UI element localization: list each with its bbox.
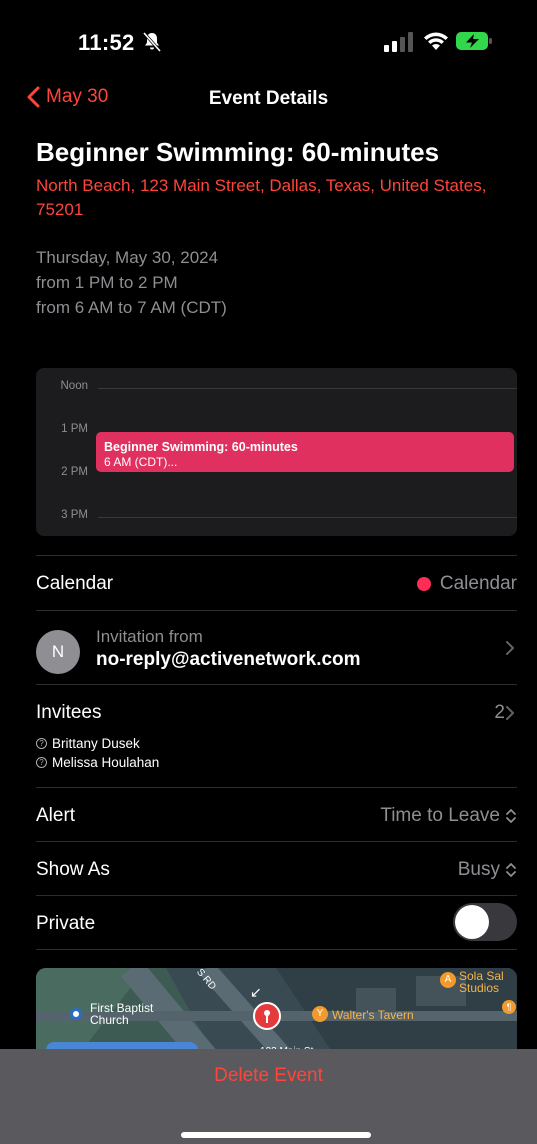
- church-pin-icon: [70, 1008, 82, 1020]
- event-location-link[interactable]: North Beach, 123 Main Street, Dallas, Te…: [36, 174, 496, 222]
- map-church-label-line2: Church: [90, 1013, 129, 1027]
- event-datetime: Thursday, May 30, 2024 from 1 PM to 2 PM…: [36, 245, 227, 320]
- toggle-knob: [455, 905, 489, 939]
- day-view-preview[interactable]: Noon 1 PM 2 PM 3 PM Beginner Swimming: 6…: [36, 368, 517, 536]
- chevron-right-icon: [506, 706, 514, 720]
- calendar-value[interactable]: Calendar: [416, 573, 517, 595]
- cellular-signal-icon: [384, 32, 413, 52]
- chevron-right-icon: [506, 641, 514, 655]
- home-indicator[interactable]: [181, 1132, 371, 1138]
- map-church-label: First Baptist Church: [90, 1002, 153, 1026]
- event-date: Thursday, May 30, 2024: [36, 248, 219, 267]
- hour-label: 1 PM: [61, 423, 88, 435]
- delete-event-button[interactable]: Delete Event: [0, 1065, 537, 1087]
- invitation-label: Invitation from: [96, 627, 203, 646]
- show-as-picker[interactable]: Busy: [458, 859, 517, 881]
- day-view-event[interactable]: Beginner Swimming: 60-minutes 6 AM (CDT)…: [96, 432, 514, 472]
- event-time-local: from 1 PM to 2 PM: [36, 273, 178, 292]
- wifi-icon: [424, 32, 448, 50]
- alert-value: Time to Leave: [380, 805, 500, 826]
- hour-line: [98, 517, 517, 518]
- map-tavern-label: Walter's Tavern: [332, 1008, 414, 1022]
- status-time: 11:52: [78, 30, 135, 55]
- map-studio-label: Sola Sal Studios: [459, 970, 504, 994]
- divider: [36, 841, 517, 842]
- private-toggle[interactable]: [453, 903, 517, 941]
- show-as-value: Busy: [457, 859, 500, 880]
- status-bar: 11:52: [0, 0, 537, 80]
- question-circle-icon: ?: [36, 757, 47, 768]
- divider: [36, 895, 517, 896]
- tavern-pin-icon: Y: [312, 1006, 328, 1022]
- invitation-email: no-reply@activenetwork.com: [96, 649, 361, 670]
- event-title: Beginner Swimming: 60-minutes: [36, 137, 440, 167]
- question-circle-icon: ?: [36, 738, 47, 749]
- restaurant-pin-icon: ¶: [502, 1000, 516, 1014]
- divider: [36, 787, 517, 788]
- divider: [36, 684, 517, 685]
- bottom-toolbar: Delete Event: [0, 1049, 537, 1144]
- invitee-item: ? Brittany Dusek: [36, 736, 140, 751]
- invitee-name: Brittany Dusek: [52, 736, 140, 751]
- avatar: N: [36, 630, 80, 674]
- divider: [36, 949, 517, 950]
- hour-row: 3 PM: [36, 509, 517, 527]
- calendar-name: Calendar: [439, 573, 517, 594]
- day-view-event-title: Beginner Swimming: 60-minutes: [104, 440, 298, 454]
- chevron-up-down-icon: [506, 863, 516, 877]
- divider: [36, 610, 517, 611]
- bell-slash-icon: [142, 32, 162, 52]
- map-studio-label-line2: Studios: [459, 981, 500, 995]
- hour-row: Noon: [36, 380, 517, 398]
- page-title: Event Details: [208, 88, 329, 109]
- calendar-label: Calendar: [36, 573, 114, 594]
- location-pin-icon: [253, 1002, 281, 1030]
- day-view-event-subtitle: 6 AM (CDT)...: [104, 455, 178, 469]
- divider: [36, 555, 517, 556]
- hour-label: Noon: [60, 380, 89, 392]
- battery-charging-icon: [456, 32, 492, 50]
- map-arrow-icon: ↙: [250, 984, 262, 1000]
- invitee-item: ? Melissa Houlahan: [36, 755, 159, 770]
- hour-line: [98, 388, 517, 389]
- hour-label: 3 PM: [61, 509, 88, 521]
- chevron-up-down-icon: [506, 809, 516, 823]
- alert-picker[interactable]: Time to Leave: [380, 805, 517, 827]
- invitees-count: 2: [494, 702, 505, 723]
- location-map[interactable]: S RD ↙ First Baptist Church Y Walter's T…: [36, 968, 517, 1058]
- invitee-name: Melissa Houlahan: [52, 755, 160, 770]
- alert-label: Alert: [36, 805, 76, 826]
- calendar-color-dot: [416, 577, 431, 591]
- private-label: Private: [36, 913, 96, 934]
- navigation-bar: May 30 Event Details: [0, 84, 537, 118]
- event-time-original: from 6 AM to 7 AM (CDT): [36, 298, 227, 317]
- studio-pin-icon: A: [440, 972, 456, 988]
- hour-label: 2 PM: [61, 466, 88, 478]
- show-as-label: Show As: [36, 859, 110, 880]
- invitees-label: Invitees: [36, 702, 102, 723]
